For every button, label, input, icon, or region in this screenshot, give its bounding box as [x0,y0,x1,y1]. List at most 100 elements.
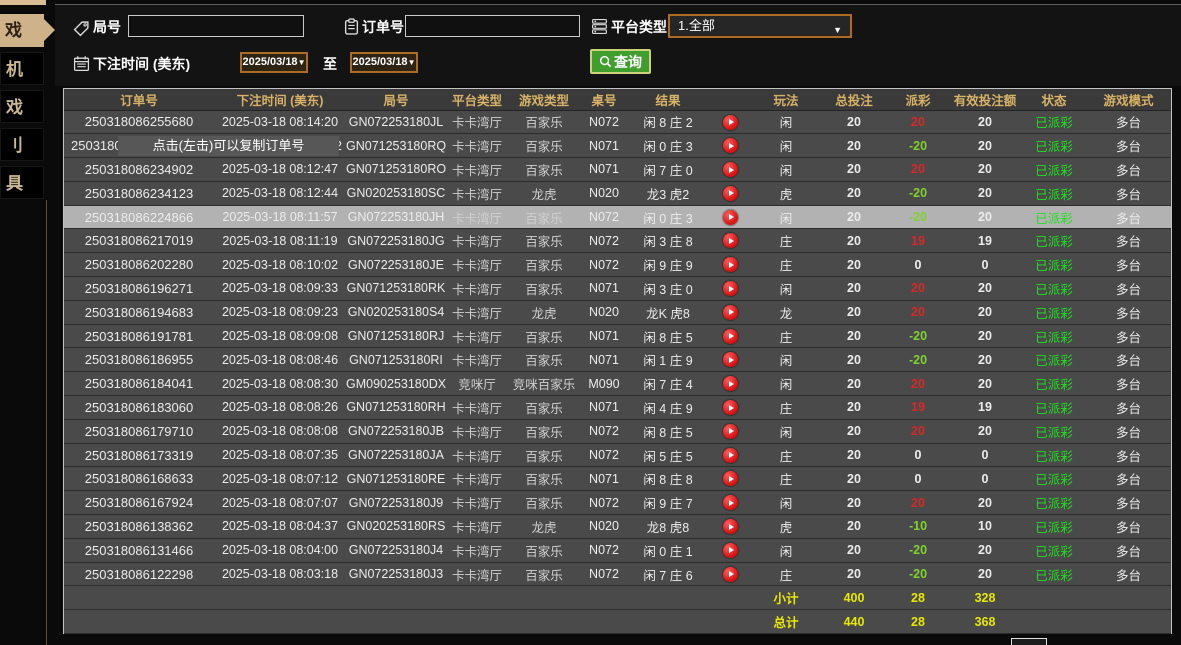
cell-table_no: N020 [580,181,628,205]
chevron-down-icon: ▼ [833,20,842,40]
play-replay-icon[interactable] [723,329,738,344]
order-no-input[interactable] [405,15,580,37]
play-replay-icon[interactable] [723,352,738,367]
cell-time: 2025-03-18 08:08:08 [214,419,346,443]
table-row[interactable]: 2503180861686332025-03-18 08:07:12GN0712… [64,467,1171,491]
play-replay-icon[interactable] [723,210,738,225]
cell-result: 闲 8 庄 5 [628,324,708,348]
table-row[interactable]: 2503180862556802025-03-18 08:14:20GN0722… [64,110,1171,134]
cell-payout: 20 [888,300,948,324]
play-replay-icon[interactable] [723,305,738,320]
total-cell [508,586,580,610]
play-replay-icon[interactable] [723,115,738,130]
play-replay-icon[interactable] [723,186,738,201]
play-replay-icon[interactable] [723,567,738,582]
cell-replay [708,158,752,182]
play-replay-icon[interactable] [723,471,738,486]
cell-valid: 20 [948,324,1022,348]
cell-play: 闲 [752,348,820,372]
date-from-picker[interactable]: 2025/03/18▼ [240,52,308,73]
table-row[interactable]: 2503180862170192025-03-18 08:11:19GN0722… [64,229,1171,253]
table-row[interactable]: 2503180861946832025-03-18 08:09:23GN0202… [64,300,1171,324]
cell-table_no: N071 [580,396,628,420]
cell-game_type: 百家乐 [508,562,580,586]
play-replay-icon[interactable] [723,495,738,510]
table-row[interactable]: 2503180861797102025-03-18 08:08:08GN0722… [64,419,1171,443]
cell-time: 2025-03-18 08:07:12 [214,467,346,491]
cell-result: 闲 0 庄 3 [628,134,708,158]
cell-game_type: 百家乐 [508,158,580,182]
cell-bet: 20 [820,324,888,348]
total-cell [446,610,508,634]
table-row[interactable]: 2503180861679242025-03-18 08:07:07GN0722… [64,491,1171,515]
sidebar-tab-0[interactable]: 戏 [0,14,44,47]
table-row[interactable]: 2503180861962712025-03-18 08:09:33GN0712… [64,277,1171,301]
cell-platform: 卡卡湾厅 [446,562,508,586]
table-header-row: 订单号下注时间 (美东)局号平台类型游戏类型桌号结果玩法总投注派彩有效投注额状态… [64,89,1171,110]
play-replay-icon[interactable] [723,281,738,296]
table-row[interactable]: 2503180861917812025-03-18 08:09:08GN0712… [64,324,1171,348]
sidebar-tab-4[interactable]: 具 [0,166,44,199]
cell-replay [708,348,752,372]
cell-table_no: N020 [580,515,628,539]
cell-time: 2025-03-18 08:12:47 [214,158,346,182]
cell-round: GM090253180DX [346,372,446,396]
total-cell: 总计 [752,610,820,634]
cell-game_type: 百家乐 [508,229,580,253]
date-to-picker[interactable]: 2025/03/18▼ [350,52,418,73]
table-row[interactable]: 2503180862248662025-03-18 08:11:57GN0722… [64,205,1171,229]
play-replay-icon[interactable] [723,400,738,415]
cell-replay [708,205,752,229]
cell-mode: 多台 [1086,348,1171,372]
cell-replay [708,324,752,348]
sidebar-tab-2[interactable]: 戏 [0,90,44,123]
cell-mode: 多台 [1086,396,1171,420]
sidebar-tab-3[interactable]: 刂 [0,128,44,161]
bet-time-label: 下注时间 (美东) [93,53,190,75]
play-replay-icon[interactable] [723,543,738,558]
cell-result: 闲 5 庄 5 [628,443,708,467]
play-replay-icon[interactable] [723,448,738,463]
round-no-input[interactable] [128,15,304,37]
table-row[interactable]: 2503180861383622025-03-18 08:04:37GN0202… [64,515,1171,539]
cell-play: 闲 [752,419,820,443]
play-replay-icon[interactable] [723,519,738,534]
play-replay-icon[interactable] [723,162,738,177]
cell-mode: 多台 [1086,253,1171,277]
cell-order: 250318086196271 [64,277,214,301]
cell-platform: 卡卡湾厅 [446,134,508,158]
platform-type-select[interactable]: 1.全部 ▼ [668,14,852,38]
cell-payout: -20 [888,538,948,562]
table-row[interactable]: 2503180862349022025-03-18 08:12:47GN0712… [64,158,1171,182]
table-row[interactable]: 2503180861869552025-03-18 08:08:46GN0712… [64,348,1171,372]
cell-status: 已派彩 [1022,515,1086,539]
cell-payout: 0 [888,443,948,467]
total-cell [64,610,214,634]
play-replay-icon[interactable] [723,233,738,248]
cell-payout: -20 [888,562,948,586]
table-row[interactable]: 2503180861733192025-03-18 08:07:35GN0722… [64,443,1171,467]
cell-play: 闲 [752,277,820,301]
table-row[interactable]: 2503180862341232025-03-18 08:12:44GN0202… [64,181,1171,205]
play-replay-icon[interactable] [723,424,738,439]
play-replay-icon[interactable] [723,138,738,153]
table-row[interactable]: 2503180861830602025-03-18 08:08:26GN0712… [64,396,1171,420]
table-row[interactable]: 2503180861840412025-03-18 08:08:30GM0902… [64,372,1171,396]
platform-type-value: 1.全部 [678,18,715,33]
table-row[interactable]: 2503180862022802025-03-18 08:10:02GN0722… [64,253,1171,277]
table-row[interactable]: 2503180861222982025-03-18 08:03:18GN0722… [64,562,1171,586]
cell-order: 250318086186955 [64,348,214,372]
play-replay-icon[interactable] [723,257,738,272]
cell-bet: 20 [820,396,888,420]
cell-play: 闲 [752,538,820,562]
cell-time: 2025-03-18 08:09:23 [214,300,346,324]
pagination-box-partial[interactable] [1011,638,1047,645]
play-replay-icon[interactable] [723,376,738,391]
cell-platform: 卡卡湾厅 [446,324,508,348]
cell-status: 已派彩 [1022,110,1086,134]
search-button[interactable]: 查询 [590,49,651,74]
cell-status: 已派彩 [1022,324,1086,348]
table-row[interactable]: 2503180861314662025-03-18 08:04:00GN0722… [64,538,1171,562]
cell-status: 已派彩 [1022,300,1086,324]
sidebar-tab-1[interactable]: 机 [0,52,44,85]
